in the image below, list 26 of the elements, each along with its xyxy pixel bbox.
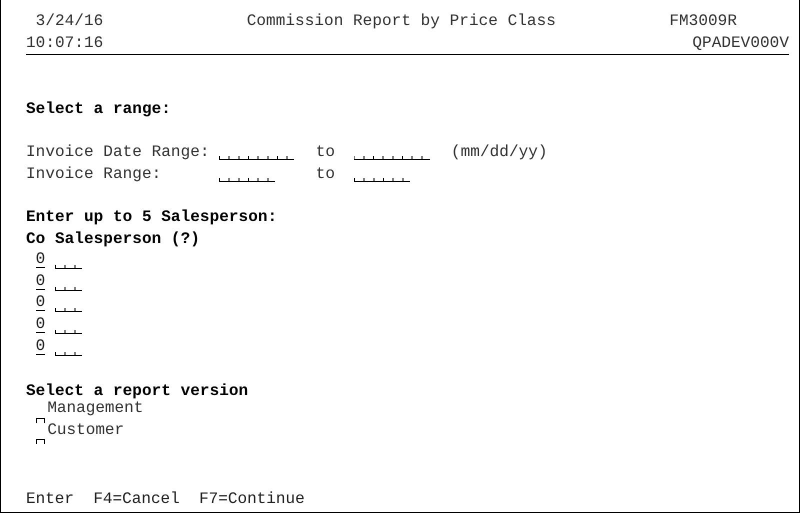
- program-name: FM3009R: [669, 11, 737, 32]
- company-field[interactable]: 0: [36, 272, 46, 290]
- company-field[interactable]: 0: [36, 316, 46, 333]
- company-field[interactable]: 0: [36, 294, 46, 312]
- section-heading: Select a report version: [26, 380, 248, 401]
- format-hint: (mm/dd/yy): [450, 142, 548, 164]
- connector-label: to: [316, 142, 336, 164]
- field-label: Invoice Range:: [26, 164, 162, 185]
- device-name: QPADEV000V: [692, 32, 789, 54]
- section-heading: Select a range:: [26, 98, 171, 120]
- company-field[interactable]: 0: [36, 250, 46, 268]
- function-key-label[interactable]: F7=Continue: [199, 489, 305, 511]
- function-key-label[interactable]: Enter: [26, 489, 74, 511]
- section-heading: Enter up to 5 Salesperson:: [26, 207, 278, 228]
- system-date: 3/24/16: [36, 11, 104, 32]
- column-header: Co Salesperson (?): [26, 228, 200, 250]
- selection-field[interactable]: [36, 418, 45, 423]
- selection-field[interactable]: [36, 439, 45, 444]
- screen-title: Commission Report by Price Class: [246, 11, 556, 32]
- company-field[interactable]: 0: [36, 338, 46, 355]
- option-label: Management: [47, 398, 144, 420]
- connector-label: to: [316, 164, 336, 185]
- option-label: Customer: [47, 420, 124, 442]
- function-key-label[interactable]: F4=Cancel: [93, 489, 180, 511]
- system-time: 10:07:16: [26, 32, 104, 54]
- field-label: Invoice Date Range:: [26, 142, 211, 164]
